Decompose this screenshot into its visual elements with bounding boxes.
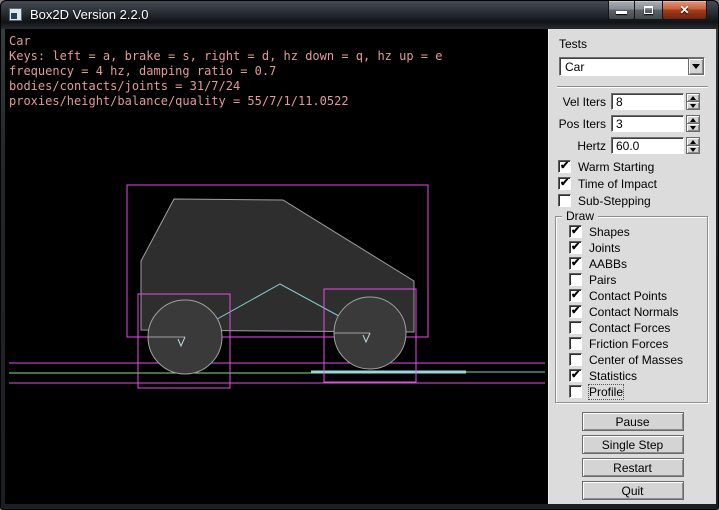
checkbox-sub-stepping[interactable]: Sub-Stepping: [558, 194, 716, 207]
checkbox-contact-forces[interactable]: Contact Forces: [569, 321, 707, 334]
window-title: Box2D Version 2.2.0: [30, 7, 149, 22]
checkbox-icon: [569, 337, 582, 350]
checkbox-label: Profile: [589, 385, 623, 399]
arrow-down-icon: [690, 104, 696, 108]
pos-iters-label: Pos Iters: [559, 117, 606, 131]
checkbox-profile[interactable]: Profile: [569, 385, 707, 398]
vel-iters-stepper: [686, 93, 700, 110]
checkbox-contact-points[interactable]: Contact Points: [569, 289, 707, 302]
checkbox-label: Center of Masses: [589, 353, 683, 367]
checkbox-icon: [569, 305, 582, 318]
checkbox-icon: [569, 353, 582, 366]
checkbox-statistics[interactable]: Statistics: [569, 369, 707, 382]
maximize-button[interactable]: [635, 1, 662, 20]
minimize-icon: [616, 11, 627, 14]
checkbox-label: Contact Points: [589, 289, 667, 303]
checkbox-icon: [569, 369, 582, 382]
chevron-down-icon: [692, 64, 700, 69]
close-icon: ✕: [679, 4, 689, 16]
hertz-up-button[interactable]: [686, 137, 700, 146]
checkbox-icon: [569, 241, 582, 254]
window-body: Car Keys: left = a, brake = s, right = d…: [5, 29, 716, 504]
checkbox-friction-forces[interactable]: Friction Forces: [569, 337, 707, 350]
checkbox-warm-starting[interactable]: Warm Starting: [558, 160, 716, 173]
tests-dropdown[interactable]: Car: [559, 57, 705, 76]
checkbox-icon: [569, 321, 582, 334]
checkbox-icon: [569, 225, 582, 238]
arrow-down-icon: [690, 126, 696, 130]
checkbox-icon: [569, 273, 582, 286]
tests-dropdown-value: Car: [560, 58, 688, 75]
checkbox-label: Joints: [589, 241, 620, 255]
restart-button[interactable]: Restart: [582, 458, 684, 477]
arrow-up-icon: [690, 140, 696, 144]
hertz-down-button[interactable]: [686, 146, 700, 154]
vel-iters-up-button[interactable]: [686, 93, 700, 102]
hertz-label: Hertz: [577, 139, 606, 153]
arrow-down-icon: [690, 148, 696, 152]
checkbox-time-of-impact[interactable]: Time of Impact: [558, 177, 716, 190]
pos-iters-down-button[interactable]: [686, 124, 700, 132]
hertz-row: Hertz 60.0: [549, 137, 716, 154]
vel-iters-input[interactable]: 8: [611, 93, 684, 110]
pause-button[interactable]: Pause: [582, 412, 684, 431]
info-line-frequency: frequency = 4 hz, damping ratio = 0.7: [9, 64, 276, 78]
button-stack: Pause Single Step Restart Quit: [549, 412, 716, 504]
draw-group: Draw Shapes Joints AABBs Pairs: [555, 216, 708, 403]
minimize-button[interactable]: [608, 1, 635, 20]
info-line-test-name: Car: [9, 34, 31, 48]
info-line-keys: Keys: left = a, brake = s, right = d, hz…: [9, 49, 442, 63]
debug-info-text: Car Keys: left = a, brake = s, right = d…: [9, 34, 442, 109]
vel-iters-label: Vel Iters: [563, 95, 606, 109]
checkbox-icon: [569, 289, 582, 302]
single-step-button[interactable]: Single Step: [582, 435, 684, 454]
checkbox-label: Contact Forces: [589, 321, 670, 335]
vel-iters-down-button[interactable]: [686, 102, 700, 110]
checkbox-center-of-masses[interactable]: Center of Masses: [569, 353, 707, 366]
control-panel: Tests Car Vel Iters 8 Pos Iters 3: [548, 29, 716, 504]
tests-dropdown-button[interactable]: [688, 58, 704, 75]
close-button[interactable]: ✕: [662, 1, 707, 20]
checkbox-label: Statistics: [589, 369, 637, 383]
vel-iters-row: Vel Iters 8: [549, 93, 716, 110]
info-line-bodies: bodies/contacts/joints = 31/7/24: [9, 79, 240, 93]
arrow-up-icon: [690, 96, 696, 100]
pos-iters-row: Pos Iters 3: [549, 115, 716, 132]
maximize-icon: [644, 6, 653, 14]
hertz-input[interactable]: 60.0: [611, 137, 684, 154]
checkbox-shapes[interactable]: Shapes: [569, 225, 707, 238]
checkbox-label: Time of Impact: [578, 177, 657, 191]
checkbox-label: Sub-Stepping: [578, 194, 651, 208]
checkbox-label: Contact Normals: [589, 305, 678, 319]
titlebar[interactable]: Box2D Version 2.2.0 ✕: [1, 1, 718, 29]
checkbox-joints[interactable]: Joints: [569, 241, 707, 254]
pos-iters-stepper: [686, 115, 700, 132]
checkbox-aabbs[interactable]: AABBs: [569, 257, 707, 270]
checkbox-contact-normals[interactable]: Contact Normals: [569, 305, 707, 318]
hertz-stepper: [686, 137, 700, 154]
pos-iters-up-button[interactable]: [686, 115, 700, 124]
checkbox-label: Shapes: [589, 225, 630, 239]
checkbox-label: Friction Forces: [589, 337, 668, 351]
app-icon: [9, 8, 22, 21]
checkbox-icon: [558, 160, 571, 173]
checkbox-pairs[interactable]: Pairs: [569, 273, 707, 286]
simulation-canvas[interactable]: Car Keys: left = a, brake = s, right = d…: [5, 29, 548, 504]
checkbox-icon: [558, 177, 571, 190]
checkbox-icon: [569, 257, 582, 270]
checkbox-label: AABBs: [589, 257, 627, 271]
checkbox-label: Warm Starting: [578, 160, 654, 174]
caption-buttons: ✕: [608, 1, 707, 20]
separator: [557, 86, 708, 88]
checkbox-label: Pairs: [589, 273, 616, 287]
checkbox-icon: [569, 385, 582, 398]
checkbox-icon: [558, 194, 571, 207]
app-window: Box2D Version 2.2.0 ✕: [0, 0, 719, 510]
draw-group-title: Draw: [562, 209, 598, 223]
info-line-proxies: proxies/height/balance/quality = 55/7/1/…: [9, 94, 349, 108]
arrow-up-icon: [690, 118, 696, 122]
tests-label: Tests: [559, 37, 716, 51]
pos-iters-input[interactable]: 3: [611, 115, 684, 132]
quit-button[interactable]: Quit: [582, 481, 684, 500]
